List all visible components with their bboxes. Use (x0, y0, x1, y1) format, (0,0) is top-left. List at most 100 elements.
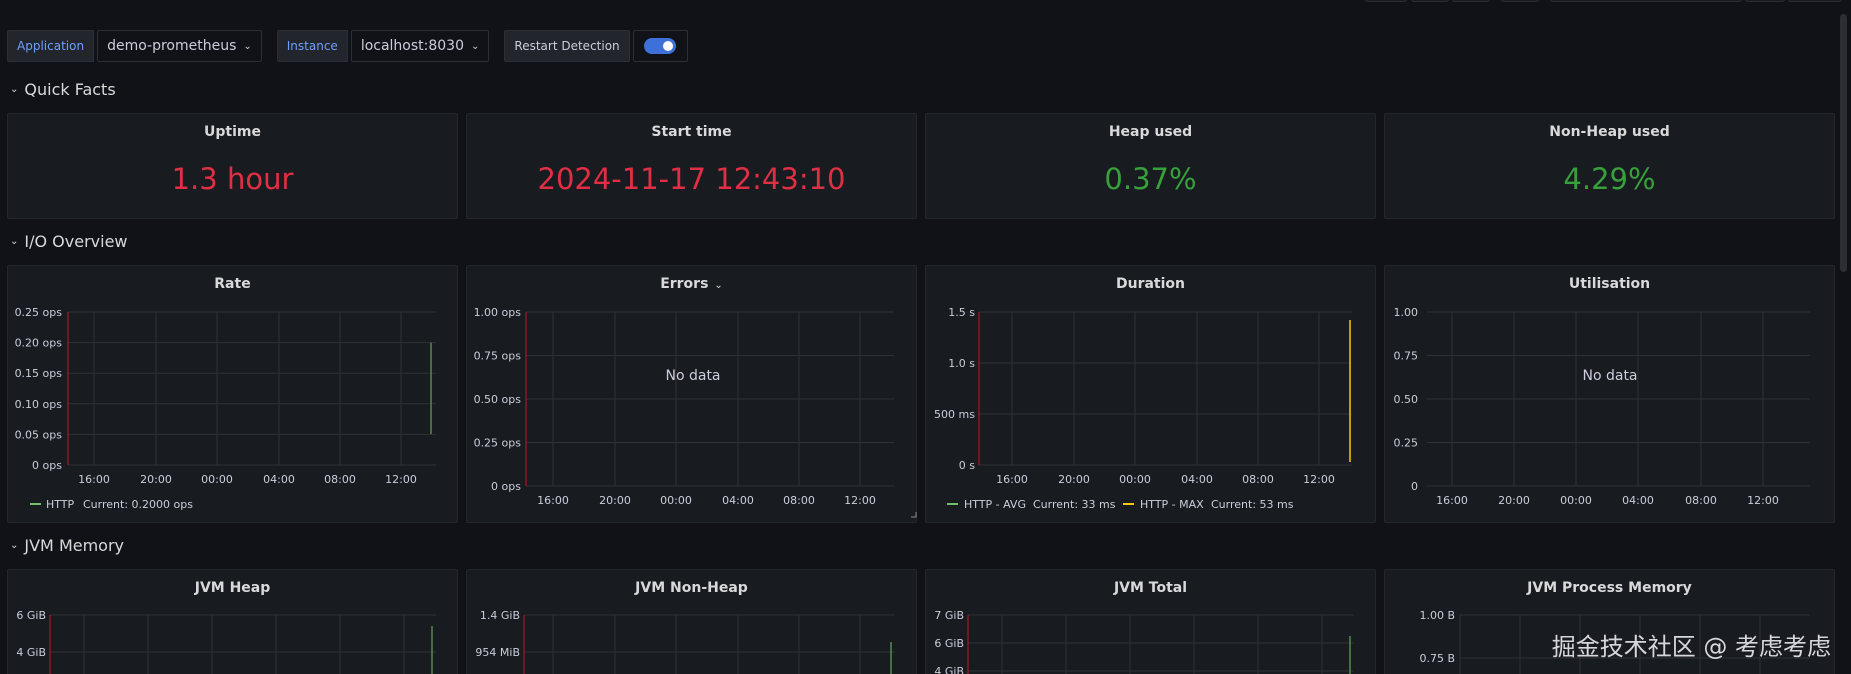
panel-title: Uptime (204, 124, 261, 140)
legend-item-http-max[interactable]: HTTP - MAX Current: 53 ms (1123, 498, 1294, 511)
y-tick-label: 0 (1411, 480, 1418, 493)
x-tick-label: 16:00 (78, 473, 110, 486)
x-tick-label: 20:00 (1498, 494, 1530, 507)
y-tick-label: 954 MiB (475, 646, 520, 659)
stat-value: 4.29% (1563, 162, 1656, 196)
y-tick-label: 0.15 ops (15, 367, 63, 380)
jvm-non-heap-chart: 1.4 GiB 954 MiB (475, 609, 895, 674)
y-tick-label: 1.00 ops (474, 306, 522, 319)
x-tick-label: 08:00 (324, 473, 356, 486)
top-toolbar-button[interactable] (1550, 0, 1742, 2)
page-scrollbar[interactable] (1840, 14, 1847, 272)
y-tick-label: 6 GiB (934, 637, 964, 650)
jvm-heap-chart: 6 GiB 4 GiB (16, 609, 436, 674)
restart-detection-toggle[interactable] (632, 30, 688, 62)
panel-title: Heap used (1108, 124, 1193, 140)
stat-panel-non-heap-used[interactable]: Non-Heap used 4.29% (1384, 113, 1835, 219)
y-tick-label: 1.5 s (948, 306, 975, 319)
x-tick-label: 16:00 (537, 494, 569, 507)
instance-select[interactable]: localhost:8030 ⌄ (350, 30, 490, 62)
utilisation-chart: 1.00 0.75 0.50 0.25 0 16:00 20:00 00:00 … (1394, 306, 1810, 507)
y-tick-label: 0 ops (491, 480, 521, 493)
x-tick-label: 08:00 (1685, 494, 1717, 507)
row-title: Quick Facts (24, 80, 116, 99)
y-tick-label: 0.20 ops (15, 337, 63, 350)
x-tick-label: 04:00 (263, 473, 295, 486)
row-title: JVM Memory (24, 536, 125, 555)
no-data-message: No data (665, 368, 720, 384)
y-tick-label: 1.0 s (948, 357, 975, 370)
top-toolbar-button[interactable] (1365, 0, 1407, 2)
errors-chart: 1.00 ops 0.75 ops 0.50 ops 0.25 ops 0 op… (474, 306, 917, 518)
chart-panel-jvm-total[interactable]: JVM Total 7 GiB 6 GiB 4 GiB (925, 569, 1376, 674)
legend-item-http[interactable]: HTTP Current: 0.2000 ops (30, 498, 193, 511)
y-tick-label: 4 GiB (16, 646, 46, 659)
x-tick-label: 00:00 (1119, 473, 1151, 486)
top-toolbar-button[interactable] (1411, 0, 1449, 2)
chevron-down-icon: ⌄ (10, 236, 19, 247)
legend-current-value: Current: 33 ms (1033, 498, 1116, 511)
legend-current-value: Current: 0.2000 ops (83, 498, 193, 511)
chart-panel-jvm-non-heap[interactable]: JVM Non-Heap 1.4 GiB 954 MiB (466, 569, 917, 674)
application-select[interactable]: demo-prometheus ⌄ (97, 30, 262, 62)
jvm-total-chart: 7 GiB 6 GiB 4 GiB (934, 609, 1354, 674)
y-tick-label: 0.10 ops (15, 398, 63, 411)
x-tick-label: 12:00 (1747, 494, 1779, 507)
toggle-switch[interactable] (644, 38, 677, 54)
stat-value: 2024-11-17 12:43:10 (537, 162, 846, 196)
y-tick-label: 4 GiB (934, 665, 964, 674)
rate-chart: 0.25 ops 0.20 ops 0.15 ops 0.10 ops 0.05… (15, 306, 436, 511)
y-tick-label: 0.25 ops (15, 306, 63, 319)
chart-panel-jvm-heap[interactable]: JVM Heap 6 GiB 4 GiB (7, 569, 458, 674)
x-tick-label: 08:00 (783, 494, 815, 507)
x-tick-label: 00:00 (201, 473, 233, 486)
row-jvm-memory[interactable]: ⌄ JVM Memory (10, 536, 124, 555)
stat-panel-start-time[interactable]: Start time 2024-11-17 12:43:10 (466, 113, 917, 219)
chart-panel-errors[interactable]: Errors ⌄ 1.00 ops 0.75 ops 0.50 ops 0.25 … (466, 265, 917, 523)
x-tick-label: 20:00 (599, 494, 631, 507)
instance-select-value: localhost:8030 (360, 38, 465, 54)
instance-variable-label: Instance (276, 30, 348, 62)
x-tick-label: 16:00 (996, 473, 1028, 486)
y-tick-label: 1.00 (1394, 306, 1419, 319)
y-tick-label: 500 ms (934, 408, 975, 421)
stat-value: 1.3 hour (171, 162, 294, 196)
chevron-down-icon: ⌄ (471, 40, 480, 52)
top-toolbar-button[interactable] (1745, 0, 1785, 2)
chart-panel-utilisation[interactable]: Utilisation 1.00 0.75 0.50 0.25 0 16:00 … (1384, 265, 1835, 523)
chevron-down-icon: ⌄ (243, 40, 252, 52)
y-tick-label: 0.50 (1394, 393, 1419, 406)
resize-handle-icon[interactable] (911, 512, 917, 518)
x-tick-label: 12:00 (385, 473, 417, 486)
top-toolbar-button[interactable] (1501, 0, 1539, 2)
row-quick-facts[interactable]: ⌄ Quick Facts (10, 80, 116, 99)
chart-panel-rate[interactable]: Rate 0.25 ops 0.20 ops 0.15 ops 0.10 ops… (7, 265, 458, 523)
y-tick-label: 1.4 GiB (480, 609, 520, 622)
x-tick-label: 20:00 (140, 473, 172, 486)
row-io-overview[interactable]: ⌄ I/O Overview (10, 232, 128, 251)
legend-current-value: Current: 53 ms (1211, 498, 1294, 511)
top-toolbar-button[interactable] (1788, 0, 1842, 2)
y-tick-label: 7 GiB (934, 609, 964, 622)
y-tick-label: 0.25 (1394, 437, 1419, 450)
stat-panel-uptime[interactable]: Uptime 1.3 hour (7, 113, 458, 219)
watermark-text: 掘金技术社区 @ 考虑考虑 (1551, 633, 1831, 661)
application-select-value: demo-prometheus (107, 38, 237, 54)
y-tick-label: 0 ops (32, 459, 62, 472)
no-data-message: No data (1582, 368, 1637, 384)
y-tick-label: 6 GiB (16, 609, 46, 622)
restart-detection-label: Restart Detection (504, 30, 630, 62)
panel-title: Non-Heap used (1549, 124, 1670, 140)
y-tick-label: 0.25 ops (474, 437, 522, 450)
duration-chart: 1.5 s 1.0 s 500 ms 0 s 16:00 20:00 00:00… (934, 306, 1352, 511)
legend-item-http-avg[interactable]: HTTP - AVG Current: 33 ms (947, 498, 1116, 511)
chart-panel-duration[interactable]: Duration 1.5 s 1.0 s 500 ms 0 s 16:00 20… (925, 265, 1376, 523)
top-toolbar-button[interactable] (1452, 0, 1490, 2)
legend-series-name: HTTP - AVG (964, 498, 1026, 511)
y-tick-label: 1.00 B (1419, 609, 1455, 622)
stat-panel-heap-used[interactable]: Heap used 0.37% (925, 113, 1376, 219)
application-variable-label: Application (7, 30, 95, 62)
y-tick-label: 0.75 (1394, 350, 1419, 363)
row-title: I/O Overview (24, 232, 128, 251)
x-tick-label: 08:00 (1242, 473, 1274, 486)
